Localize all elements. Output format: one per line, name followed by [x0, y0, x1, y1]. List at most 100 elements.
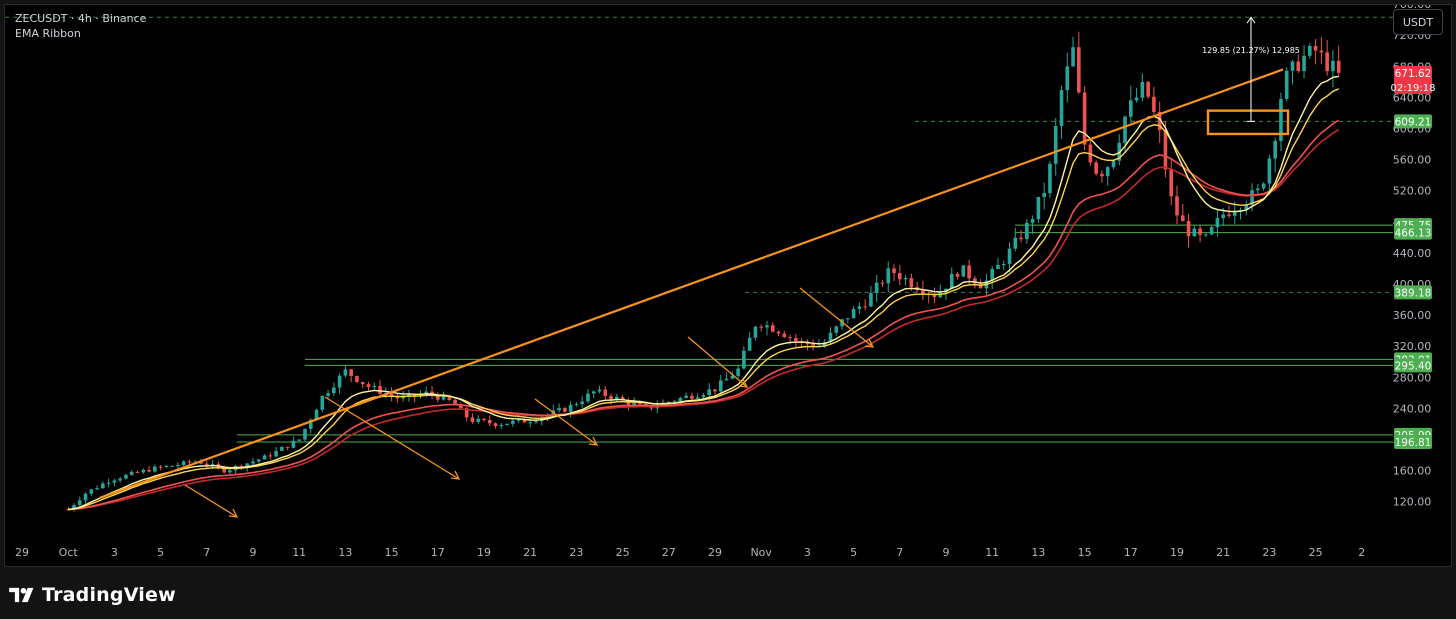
candle-body — [482, 418, 486, 420]
candle-body — [176, 464, 180, 466]
candle-body — [718, 380, 723, 392]
x-tick-label: 17 — [431, 546, 445, 559]
ema-slow-line-b[interactable] — [68, 129, 1340, 511]
candle-body — [181, 461, 186, 465]
ema-fast-line-a[interactable] — [68, 75, 1339, 511]
candle-body — [886, 268, 891, 284]
candle-body — [736, 368, 740, 376]
candle-body — [834, 326, 839, 333]
pullback-arrow[interactable] — [184, 484, 238, 518]
candle-body — [1302, 55, 1306, 71]
candle-body — [597, 389, 602, 392]
candle-body — [170, 465, 174, 467]
y-tick-label: 120.00 — [1393, 496, 1432, 509]
x-tick-label: 23 — [569, 546, 583, 559]
candle-body — [124, 474, 128, 479]
candle-body — [1053, 126, 1058, 164]
pullback-arrow[interactable] — [324, 396, 460, 480]
price-level-label[interactable]: 295.40 — [1394, 358, 1432, 373]
chart-legend: ZECUSDT · 4h · Binance EMA Ribbon — [15, 11, 146, 41]
candle-body — [869, 293, 873, 307]
candle-body — [1036, 196, 1041, 220]
candle-body — [794, 337, 798, 342]
y-tick-label: 320.00 — [1393, 340, 1432, 353]
candle-body — [603, 389, 608, 396]
candle-body — [1227, 214, 1231, 216]
pullback-arrow[interactable] — [687, 336, 748, 388]
candle-body — [106, 482, 111, 484]
ema-fast-line-b[interactable] — [68, 88, 1339, 511]
candle-body — [147, 469, 151, 472]
price-label-text: 196.81 — [1395, 437, 1432, 449]
candle-body — [955, 273, 960, 277]
target-zone-box[interactable] — [1206, 109, 1290, 136]
symbol-title: ZECUSDT · 4h · Binance — [15, 12, 147, 25]
candle-body — [366, 384, 371, 388]
candle-body — [378, 385, 382, 394]
candle-body — [949, 273, 954, 289]
price-level-label[interactable]: 196.81 — [1394, 434, 1432, 449]
candle-body — [1123, 116, 1127, 143]
x-tick-label: 11 — [985, 546, 999, 559]
candle-body — [135, 471, 140, 473]
measure-label: 129.85 (21.27%) 12,985 — [1202, 46, 1300, 55]
price-level-label[interactable]: 466.13 — [1394, 225, 1432, 240]
x-tick-label: 17 — [1124, 546, 1138, 559]
candle-body — [470, 417, 475, 423]
candle-body — [1209, 227, 1214, 235]
candle-body — [973, 278, 977, 284]
bar-countdown: 02:19:18 — [1391, 83, 1436, 94]
price-level-label[interactable]: 389.18 — [1394, 285, 1432, 300]
candle-body — [83, 493, 88, 501]
candle-body — [1232, 211, 1237, 216]
x-tick-label: Oct — [59, 546, 79, 559]
pullback-arrow[interactable] — [534, 398, 598, 446]
chart-area[interactable]: 129.85 (21.27%) 12,985 120.00160.00200.0… — [4, 0, 1452, 567]
candle-body — [776, 331, 781, 334]
candle-body — [765, 325, 769, 328]
x-tick-label: 9 — [943, 546, 950, 559]
candle-body — [857, 306, 862, 309]
candle-body — [574, 404, 579, 406]
candle-body — [101, 483, 105, 489]
x-tick-label: 21 — [1216, 546, 1230, 559]
candle-body — [701, 395, 706, 398]
x-tick-label: 29 — [708, 546, 722, 559]
x-tick-label: 3 — [804, 546, 811, 559]
candle-body — [1129, 100, 1133, 117]
candle-body — [95, 488, 99, 490]
y-tick-label: 280.00 — [1393, 371, 1432, 384]
candle-body — [360, 381, 365, 385]
candle-body — [505, 423, 509, 426]
y-tick-label: 560.00 — [1393, 154, 1432, 167]
candle-body — [707, 389, 712, 396]
candle-body — [1198, 228, 1202, 235]
ema-slow-line-a[interactable] — [68, 119, 1340, 511]
currency-button[interactable]: USDT — [1393, 9, 1443, 35]
candle-body — [609, 395, 613, 400]
x-tick-label: 9 — [250, 546, 257, 559]
candle-body — [1007, 248, 1012, 265]
candle-body — [1025, 222, 1029, 240]
y-tick-label: 160.00 — [1393, 465, 1432, 478]
candle-body — [280, 446, 284, 451]
price-chart[interactable]: 129.85 (21.27%) 12,985 120.00160.00200.0… — [5, 0, 1451, 566]
candle-body — [1175, 196, 1179, 216]
candle-body — [499, 425, 504, 427]
candle-body — [568, 404, 573, 412]
candle-body — [141, 469, 146, 473]
candle-body — [1163, 130, 1168, 170]
candle-body — [580, 401, 584, 405]
ascending-trendline[interactable] — [99, 68, 1284, 499]
x-tick-label: 13 — [1031, 546, 1045, 559]
indicator-label[interactable]: EMA Ribbon — [15, 26, 146, 41]
candle-body — [332, 387, 336, 394]
tradingview-brand[interactable]: TradingView — [8, 584, 176, 606]
candle-body — [355, 376, 359, 382]
current-price-label[interactable]: 671.62 02:19:18 — [1391, 65, 1436, 94]
candle-body — [961, 265, 966, 277]
price-level-label[interactable]: 609.21 — [1394, 114, 1432, 129]
candle-body — [1325, 52, 1329, 72]
candle-body — [1065, 66, 1070, 91]
candle-body — [326, 393, 330, 396]
